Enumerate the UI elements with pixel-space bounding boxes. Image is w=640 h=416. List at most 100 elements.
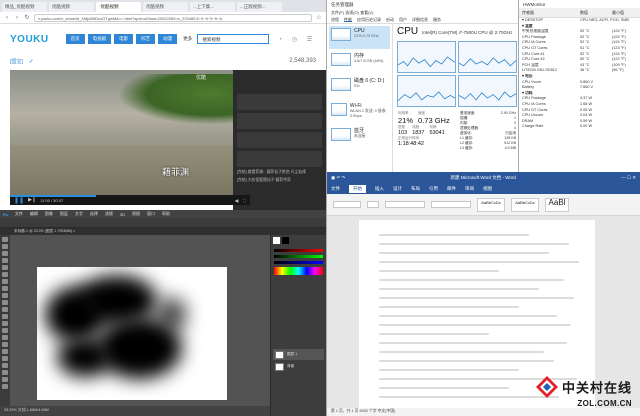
tool-icon[interactable] <box>2 307 8 312</box>
style-heading[interactable]: AaBl <box>545 197 569 212</box>
document-tab[interactable]: 未标题-1 @ 33.3% (图层 1, RGB/8#) × <box>0 228 326 235</box>
ribbon-tab[interactable]: 设计 <box>393 186 402 192</box>
fg-color-swatch[interactable] <box>273 237 280 244</box>
tool-icon[interactable] <box>2 279 8 284</box>
recommend-item[interactable] <box>237 94 322 110</box>
layer-row[interactable]: 图层 1 <box>273 349 324 360</box>
recommend-caption[interactable]: [完结] 大妖怪狐狸仙子·藉菲传奇 <box>237 178 322 183</box>
tool-icon[interactable] <box>2 258 8 263</box>
ps-menu-item[interactable]: 文字 <box>75 211 83 217</box>
forward-icon[interactable]: › <box>14 15 20 21</box>
tool-icon[interactable] <box>2 293 8 298</box>
font-family-select[interactable] <box>333 201 361 208</box>
ribbon-tab[interactable]: 邮件 <box>447 186 456 192</box>
browser-tab[interactable]: ...上下集... <box>190 2 235 12</box>
ribbon-tab[interactable]: 引用 <box>429 186 438 192</box>
tool-icon[interactable] <box>2 300 8 305</box>
font-size-select[interactable] <box>367 201 379 208</box>
color-slider[interactable] <box>274 261 323 264</box>
ribbon-tab[interactable]: 布局 <box>411 186 420 192</box>
play-icon[interactable]: ❚❚ <box>14 197 24 204</box>
progress-bar[interactable] <box>10 195 97 197</box>
ps-menu-item[interactable]: 滤镜 <box>105 211 113 217</box>
resource-item[interactable]: CPU 21% 0.73 GHz <box>329 26 390 49</box>
tool-icon[interactable] <box>2 265 8 270</box>
ribbon-tab[interactable]: 文件 <box>331 186 340 192</box>
star-icon[interactable]: ☆ <box>316 14 322 21</box>
refresh-icon[interactable]: ↻ <box>24 14 30 21</box>
tool-icon[interactable] <box>2 321 8 326</box>
window-controls[interactable]: — ☐ ✕ <box>621 175 636 181</box>
recommend-item[interactable] <box>237 132 322 148</box>
tm-tab[interactable]: 性能 <box>344 17 352 22</box>
nav-anime[interactable]: 动漫 <box>158 34 178 44</box>
menu-bar[interactable]: 文件(F) 选项(O) 查看(V) <box>327 9 518 16</box>
tool-icon[interactable] <box>2 377 8 382</box>
resource-item[interactable]: 内存 3.6/7.8 GB (46%) <box>329 51 390 74</box>
tool-icon[interactable] <box>2 342 8 347</box>
like-icon[interactable]: ✓ <box>29 58 34 65</box>
tool-icon[interactable] <box>2 328 8 333</box>
tm-tab[interactable]: 用户 <box>399 17 407 22</box>
bg-color-swatch[interactable] <box>282 237 289 244</box>
format-buttons[interactable] <box>385 201 425 208</box>
tm-tab[interactable]: 应用历史记录 <box>357 17 381 22</box>
save-icon[interactable]: ▣ ↶ ↷ <box>331 175 345 181</box>
ribbon-tab[interactable]: 开始 <box>349 185 366 193</box>
volume-icon[interactable]: ◀) <box>235 198 239 203</box>
col-min[interactable]: 最小值 <box>612 10 624 16</box>
ps-canvas[interactable] <box>37 267 227 400</box>
tool-icon[interactable] <box>2 356 8 361</box>
tm-tab[interactable]: 启动 <box>386 17 394 22</box>
sensor-row[interactable]: Charge Rate 0.00 W <box>519 124 640 130</box>
browser-tab[interactable]: 精品_优酷视频 <box>2 2 47 12</box>
tm-tab[interactable]: 详细信息 <box>412 17 428 22</box>
tm-tab[interactable]: 服务 <box>433 17 441 22</box>
tool-icon[interactable] <box>2 272 8 277</box>
back-icon[interactable]: ‹ <box>4 15 10 21</box>
browser-tab[interactable]: ...正版视频... <box>237 2 282 12</box>
fullscreen-icon[interactable]: ⛶ <box>243 198 246 203</box>
video-title[interactable]: [国宝] <box>10 58 23 65</box>
tool-icon[interactable] <box>2 244 8 249</box>
tool-icon[interactable] <box>2 237 8 242</box>
resource-item[interactable]: 蓝牙 未连接 <box>329 126 390 149</box>
nav-tv[interactable]: 电视剧 <box>87 34 112 44</box>
nav-home[interactable]: 首页 <box>65 34 85 44</box>
ps-menu-item[interactable]: 视图 <box>132 211 140 217</box>
nav-variety[interactable]: 综艺 <box>136 34 156 44</box>
nav-movie[interactable]: 电影 <box>114 34 134 44</box>
ps-menu-item[interactable]: 3D <box>120 212 125 217</box>
style-nospacing[interactable]: AaBbCcDc <box>511 197 539 212</box>
tool-icon[interactable] <box>2 370 8 375</box>
ps-menu-item[interactable]: 窗口 <box>147 211 155 217</box>
resource-item[interactable]: 磁盘 0 (C: D:) 0% <box>329 76 390 99</box>
video-player[interactable]: 优酷 藉菲渊 <box>10 70 250 195</box>
ribbon-tab[interactable]: 插入 <box>375 186 384 192</box>
ps-menu-item[interactable]: 编辑 <box>30 211 38 217</box>
style-normal[interactable]: AaBbCcDc <box>477 197 505 212</box>
nav-more[interactable]: 更多 <box>183 36 192 42</box>
ribbon-tab[interactable]: 审阅 <box>465 186 474 192</box>
tool-icon[interactable] <box>2 314 8 319</box>
col-sensor[interactable]: 传感器 <box>522 10 580 16</box>
ribbon-tab[interactable]: 视图 <box>483 186 492 192</box>
recommend-caption[interactable]: [完结] 紫霞菲渊：藉菲仙子绝恋·凡尘仙缘 <box>237 170 322 175</box>
ps-menu-item[interactable]: 图像 <box>45 211 53 217</box>
search-input[interactable]: 搜索视频 <box>197 34 270 44</box>
tool-icon[interactable] <box>2 349 8 354</box>
recommend-item[interactable] <box>237 151 322 167</box>
col-value[interactable]: 数值 <box>580 10 612 16</box>
next-icon[interactable]: ▶❙ <box>28 197 36 203</box>
ps-menu-item[interactable]: 帮助 <box>162 211 170 217</box>
address-bar[interactable]: v.youku.com/v_show/id_XMjc0NDcxOTgwMA==.… <box>34 13 312 22</box>
color-slider[interactable] <box>274 255 323 258</box>
tool-icon[interactable] <box>2 363 8 368</box>
browser-tab[interactable]: ·优酷视频 <box>96 2 141 12</box>
tool-icon[interactable] <box>2 384 8 389</box>
color-slider[interactable] <box>274 249 323 252</box>
resource-item[interactable]: Wi-Fi WLAN 2 发送: 0 接收: 0 Kbps <box>329 101 390 124</box>
tool-icon[interactable] <box>2 335 8 340</box>
color-spectrum[interactable] <box>274 267 323 275</box>
ps-menu-item[interactable]: 文件 <box>15 211 23 217</box>
